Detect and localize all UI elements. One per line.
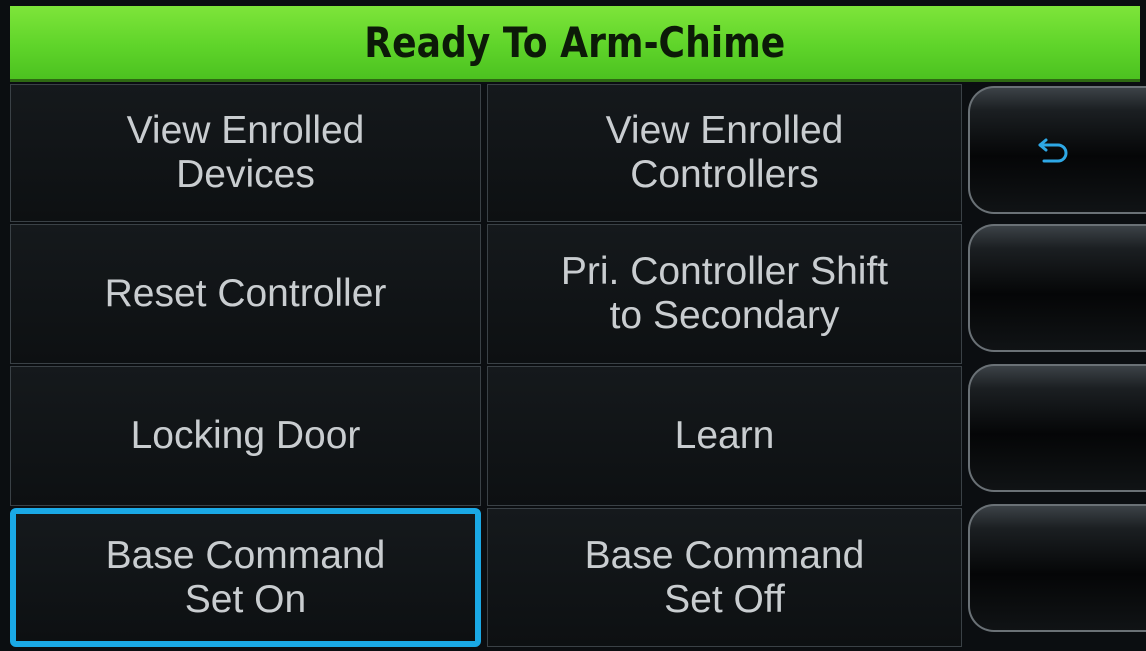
view-enrolled-controllers-button[interactable]: View Enrolled Controllers — [487, 84, 962, 222]
controller-shift-secondary-button[interactable]: Pri. Controller Shift to Secondary — [487, 224, 962, 364]
reset-controller-button[interactable]: Reset Controller — [10, 224, 481, 364]
status-title-bar: Ready To Arm-Chime — [10, 6, 1140, 82]
side-button-4[interactable] — [968, 504, 1146, 632]
menu-button-label: Pri. Controller Shift to Secondary — [560, 250, 889, 337]
side-button-column — [968, 84, 1146, 647]
touch-screen: Ready To Arm-Chime View Enrolled Devices… — [0, 0, 1146, 651]
menu-button-label: Learn — [674, 414, 775, 457]
side-button-2[interactable] — [968, 224, 1146, 352]
learn-button[interactable]: Learn — [487, 366, 962, 506]
side-button-3[interactable] — [968, 364, 1146, 492]
menu-button-label: View Enrolled Controllers — [605, 109, 844, 196]
menu-button-label: Base Command Set Off — [584, 533, 865, 621]
base-command-set-off-button[interactable]: Base Command Set Off — [487, 508, 962, 647]
status-title: Ready To Arm-Chime — [364, 18, 786, 67]
menu-button-label: Base Command Set On — [105, 533, 386, 621]
back-arrow-icon — [1038, 138, 1068, 163]
locking-door-button[interactable]: Locking Door — [10, 366, 481, 506]
view-enrolled-devices-button[interactable]: View Enrolled Devices — [10, 84, 481, 222]
menu-grid: View Enrolled Devices View Enrolled Cont… — [10, 84, 962, 647]
menu-button-label: Locking Door — [130, 414, 361, 457]
base-command-set-on-button[interactable]: Base Command Set On — [10, 508, 481, 647]
menu-button-label: View Enrolled Devices — [126, 109, 365, 196]
back-button[interactable] — [968, 86, 1146, 214]
menu-button-label: Reset Controller — [104, 272, 387, 315]
